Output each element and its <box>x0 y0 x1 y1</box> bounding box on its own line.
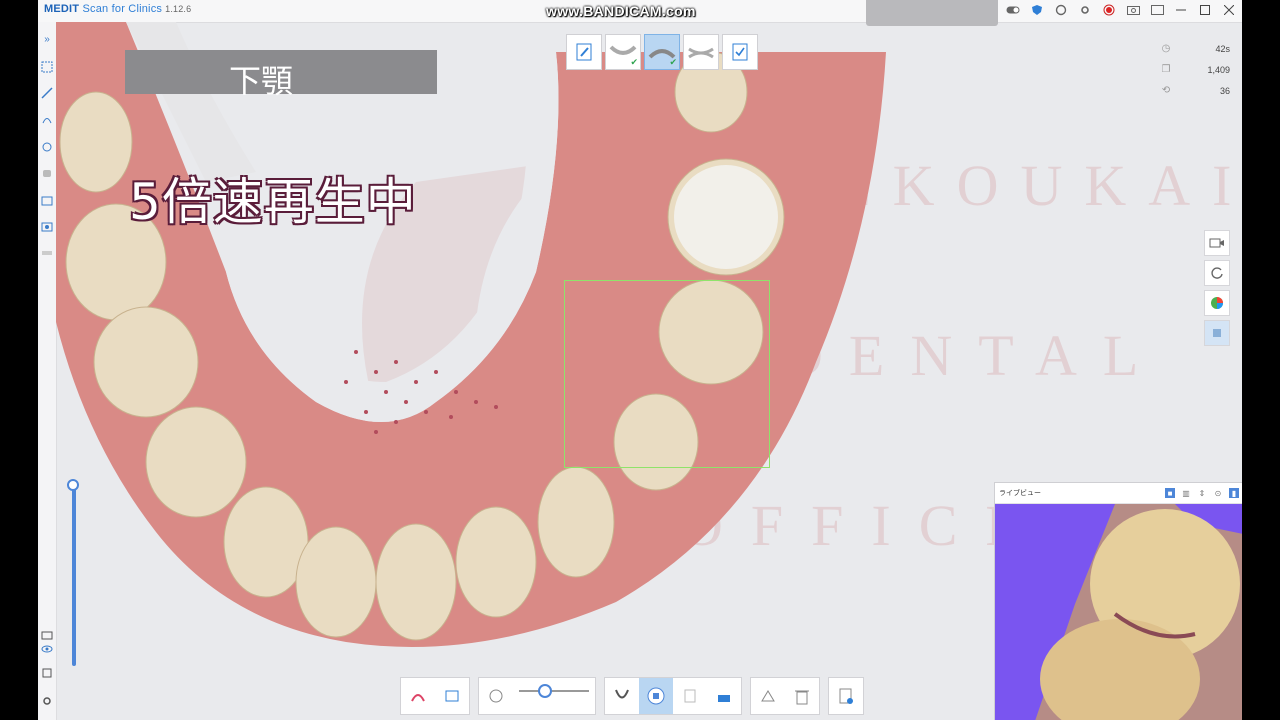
close-icon[interactable] <box>1222 3 1236 17</box>
tissue-filter-icon[interactable] <box>435 678 469 714</box>
app-version: 1.12.6 <box>165 4 192 14</box>
rotate-icon[interactable] <box>1204 260 1230 286</box>
single-view-icon[interactable]: ■ <box>1165 488 1175 498</box>
scan-filter-group <box>400 677 470 715</box>
tray-icon[interactable] <box>605 678 639 714</box>
frames-icon: ❐ <box>1161 64 1171 75</box>
scan-mode-icon[interactable] <box>479 678 513 714</box>
tab-lower-jaw[interactable]: ✔ <box>644 34 680 70</box>
eye-icon[interactable] <box>40 642 54 656</box>
report-icon[interactable] <box>829 678 863 714</box>
live-view-panel: ライブビュー ■ ▥ ⇕ ⊙ ▮ <box>994 482 1242 720</box>
live-view-header: ライブビュー ■ ▥ ⇕ ⊙ ▮ <box>995 483 1242 504</box>
jaw-label-box: 下顎 <box>125 50 437 100</box>
recording-watermark: www.BANDICAM.com <box>546 3 696 19</box>
scan-focus-box <box>564 280 770 468</box>
stat-frames-value: 1,409 <box>1207 64 1230 75</box>
view-mode-icon[interactable] <box>40 628 54 642</box>
shield-icon[interactable] <box>1030 3 1044 17</box>
link-icon: ⟲ <box>1161 85 1171 96</box>
app-brand: MEDIT Scan for Clinics 1.12.6 <box>44 3 191 15</box>
depth-slider-knob[interactable] <box>67 479 79 491</box>
clock-icon: ◷ <box>1161 43 1171 54</box>
bottom-toolbar <box>400 676 864 716</box>
video-camera-icon[interactable] <box>1204 230 1230 256</box>
minimize-icon[interactable] <box>1174 3 1188 17</box>
stat-time: ◷ 42s <box>1160 38 1230 59</box>
edit-group <box>750 677 820 715</box>
stage-tabs: ✔ ✔ <box>566 34 758 70</box>
gear-icon[interactable] <box>40 694 54 708</box>
scanner-icon[interactable] <box>673 678 707 714</box>
tab-occlusion[interactable] <box>683 34 719 70</box>
expand-chevron-icon[interactable]: » <box>40 32 54 46</box>
camera-icon[interactable] <box>1126 3 1140 17</box>
window-controls <box>1006 3 1236 17</box>
live-view-title: ライブビュー <box>999 489 1041 497</box>
review-check-icon <box>732 43 748 61</box>
screen-icon[interactable] <box>1150 3 1164 17</box>
trim-tool-icon[interactable] <box>40 86 54 100</box>
color-wheel-icon[interactable] <box>1204 290 1230 316</box>
split-view-icon[interactable]: ▥ <box>1181 488 1191 498</box>
zoom-icon[interactable]: ⊙ <box>1213 488 1223 498</box>
abutment-tool-icon[interactable] <box>40 140 54 154</box>
lock-tool-icon[interactable] <box>40 112 54 126</box>
tab-note[interactable] <box>566 34 602 70</box>
record-icon[interactable] <box>1102 3 1116 17</box>
jaw-label: 下顎 <box>229 62 294 100</box>
note-edit-icon <box>576 43 592 61</box>
scan-depth-slider[interactable] <box>513 678 595 714</box>
live-view-controls: ■ ▥ ⇕ ⊙ ▮ <box>1165 488 1239 498</box>
depth-slider-track[interactable] <box>72 486 76 666</box>
capture-group <box>604 677 742 715</box>
settings-icon[interactable] <box>1078 3 1092 17</box>
right-view-tools <box>1204 230 1230 346</box>
brand-product: Scan for Clinics <box>79 3 163 15</box>
letterbox-left <box>0 0 38 720</box>
tab-upper-jaw[interactable]: ✔ <box>605 34 641 70</box>
toggle-icon[interactable] <box>1006 3 1020 17</box>
stat-count-value: 36 <box>1219 85 1230 96</box>
filter-icon[interactable]: ⇕ <box>1197 488 1207 498</box>
stop-scan-button[interactable] <box>639 678 673 714</box>
app-window: MEDIT Scan for Clinics 1.12.6 » SEKOUKAI… <box>38 0 1242 720</box>
ai-filter-icon[interactable] <box>401 678 435 714</box>
done-check-icon: ✔ <box>669 57 677 67</box>
report-group <box>828 677 864 715</box>
stat-count: ⟲ 36 <box>1160 80 1230 101</box>
tooth-tool-icon[interactable] <box>40 166 54 180</box>
layers-icon[interactable] <box>40 666 54 680</box>
letterbox-right <box>1242 0 1280 720</box>
photo-tool-icon[interactable] <box>40 220 54 234</box>
support-icon[interactable] <box>1054 3 1068 17</box>
mesh-view-icon[interactable] <box>1204 320 1230 346</box>
dock-icon[interactable]: ▮ <box>1229 488 1239 498</box>
scan-stats: ◷ 42s ❐ 1,409 ⟲ 36 <box>1160 38 1230 101</box>
auto-clean-icon[interactable] <box>751 678 785 714</box>
live-camera-feed <box>995 504 1242 720</box>
scan-depth-group <box>478 677 596 715</box>
delete-icon[interactable] <box>785 678 819 714</box>
select-tool-icon[interactable] <box>40 60 54 74</box>
done-check-icon: ✔ <box>630 57 638 67</box>
measure-tool-icon[interactable] <box>40 246 54 260</box>
scan-tool-icon[interactable] <box>40 194 54 208</box>
stat-time-value: 42s <box>1215 43 1230 54</box>
brand-name: MEDIT <box>44 3 80 15</box>
playback-speed-label: 5倍速再生中 <box>129 173 417 231</box>
tab-review[interactable] <box>722 34 758 70</box>
maximize-icon[interactable] <box>1198 3 1212 17</box>
left-tool-rail: » <box>38 22 57 720</box>
occlusion-icon <box>688 47 714 59</box>
tip-heater-icon[interactable] <box>707 678 741 714</box>
stat-frames: ❐ 1,409 <box>1160 59 1230 80</box>
